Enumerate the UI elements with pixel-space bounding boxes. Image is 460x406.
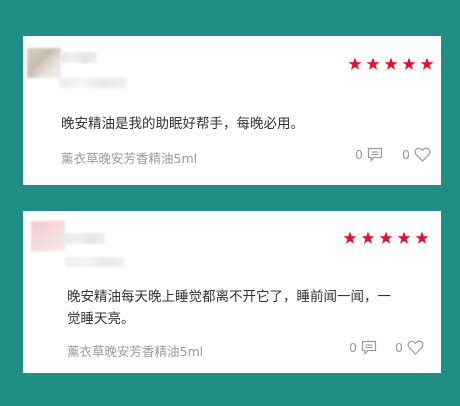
comment-button[interactable]: 0 [355,147,383,162]
comment-icon [367,147,383,162]
like-button[interactable]: 0 [395,340,424,355]
comment-count: 0 [355,147,363,162]
review-card: 晚安精油是我的助眠好帮手，每晚必用。 薰衣草晚安芳香精油5ml 0 0 [23,36,441,185]
star-icon [366,57,380,70]
star-icon [379,231,393,244]
star-icon [420,57,434,70]
like-count: 0 [402,147,410,162]
star-icon [361,231,375,244]
user-avatar [31,221,65,251]
user-name-blurred [63,233,105,244]
star-icon [415,231,429,244]
review-date-blurred [59,78,127,88]
review-date-blurred [65,257,125,267]
review-text: 晚安精油是我的助眠好帮手，每晚必用。 [61,116,304,132]
review-card: 晚安精油每天晚上睡觉都离不开它了，睡前闻一闻，一 觉睡天亮。 薰衣草晚安芳香精油… [23,211,441,373]
user-avatar [27,48,61,78]
comment-button[interactable]: 0 [349,340,377,355]
star-icon [343,231,357,244]
comment-count: 0 [349,340,357,355]
star-icon [384,57,398,70]
heart-icon [407,340,424,355]
rating-stars [343,231,429,245]
heart-icon [414,147,431,162]
star-icon [397,231,411,244]
product-name[interactable]: 薰衣草晚安芳香精油5ml [61,148,197,167]
user-name-blurred [61,52,97,63]
like-button[interactable]: 0 [402,147,431,162]
product-name[interactable]: 薰衣草晚安芳香精油5ml [67,341,203,360]
rating-stars [348,57,434,71]
like-count: 0 [395,340,403,355]
review-text-line-2: 觉睡天亮。 [67,311,135,327]
review-text-line-1: 晚安精油每天晚上睡觉都离不开它了，睡前闻一闻，一 [67,289,391,305]
star-icon [402,57,416,70]
star-icon [348,57,362,70]
comment-icon [361,340,377,355]
